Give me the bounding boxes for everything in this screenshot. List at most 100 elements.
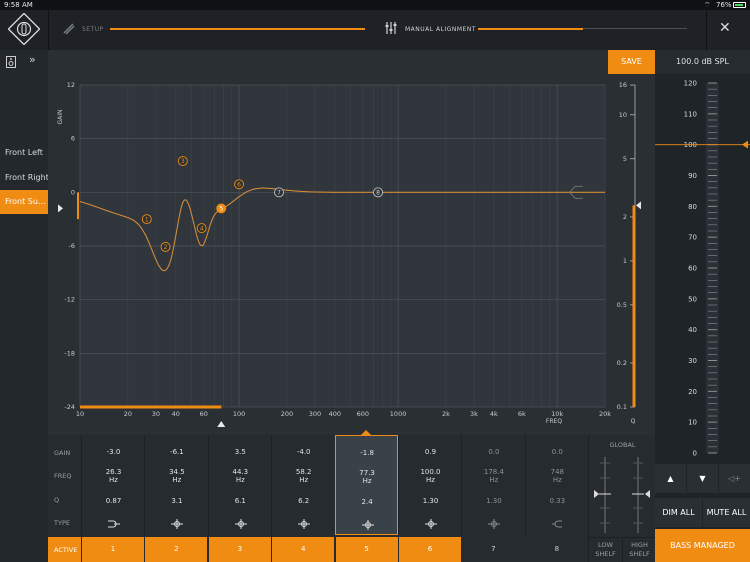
expand-icon[interactable]: » [29,53,36,66]
band-type-bell-icon[interactable] [361,520,375,530]
freq-tick-label: 1000 [390,410,407,418]
low-shelf-button[interactable]: LOW SHELF [589,537,622,562]
level-up-button[interactable]: ▲ [655,464,686,493]
band-q[interactable]: 6.1 [209,497,272,505]
band-type-bell-icon[interactable] [297,519,311,529]
meter-tick-label: 80 [688,203,697,211]
gain-axis-label: GAIN [57,109,64,124]
alignment-sliders-icon[interactable] [384,21,398,35]
band-table: GAIN FREQ Q TYPE ACTIVE -3.0 26.3 Hz 0.87 1-… [48,430,656,562]
band-marker-label: 5 [219,206,223,213]
eq-curve-chart[interactable]: 1260-6-12-18-2410 20 30 40 60 100 200 300 400 600… [48,50,655,435]
band-gain[interactable]: -1.8 [336,449,399,457]
source-item-front-surround[interactable]: Front Su... [0,190,48,214]
dim-all-button[interactable]: DIM ALL [655,498,702,527]
level-down-button[interactable]: ▼ [687,464,718,493]
source-item-front-right[interactable]: Front Right [0,166,48,190]
freq-tick-label: 10 [76,410,84,418]
band-column-8[interactable]: 0.0 748 Hz 0.33 [524,435,589,535]
band-freq[interactable]: 34.5 Hz [145,468,208,484]
band-type-hp-icon[interactable] [107,519,121,529]
bass-managed-button[interactable]: BASS MANAGED [655,529,750,562]
setup-icon[interactable] [62,22,76,36]
band-type-bell-icon[interactable] [487,519,501,529]
band-column-3[interactable]: 3.5 44.3 Hz 6.1 [207,435,272,535]
freq-tick-label: 300 [309,410,321,418]
band-gain[interactable]: -3.0 [82,448,145,456]
meter-tick-label: 20 [688,388,697,396]
band-active-toggle-2[interactable]: 2 [145,537,208,562]
band-q[interactable]: 6.2 [272,497,335,505]
band-column-6[interactable]: 0.9 100.0 Hz 1.30 [398,435,461,535]
band-gain[interactable]: 0.0 [526,448,589,456]
mute-all-button[interactable]: MUTE ALL [703,498,750,527]
wifi-icon: ⌔ [704,1,711,9]
meter-tick-label: 60 [688,265,697,273]
band-q[interactable]: 2.4 [336,498,399,506]
band-freq[interactable]: 77.3 Hz [336,469,399,485]
setup-step-label[interactable]: Setup [82,26,104,33]
meter-tick-label: 10 [688,419,697,427]
band-type-bell-icon[interactable] [170,519,184,529]
global-section: GLOBAL LOW SHELF HIGH SHELF [588,435,656,562]
row-label-active: ACTIVE [54,546,78,554]
band-active-toggle-7[interactable]: 7 [462,537,525,562]
band-column-7[interactable]: 0.0 178.4 Hz 1.30 [461,435,524,535]
freq-tick-label: 200 [281,410,293,418]
freq-tick-label: 20k [599,410,611,418]
band-q[interactable]: 0.33 [526,497,589,505]
q-tick-label: 0.1 [617,403,627,411]
freq-tick-label: 6k [518,410,526,418]
band-q[interactable]: 1.30 [399,497,462,505]
source-item-front-left[interactable]: Front Left [0,141,48,165]
freq-tick-label: 600 [357,410,369,418]
band-q[interactable]: 3.1 [145,497,208,505]
band-type-bell-icon[interactable] [234,519,248,529]
q-tick-label: 1 [623,257,627,265]
band-gain[interactable]: 0.0 [462,448,525,456]
band-column-4[interactable]: -4.0 58.2 Hz 6.2 [271,435,334,535]
band-active-toggle-1[interactable]: 1 [82,537,144,562]
volume-up-icon[interactable]: ◁+ [719,464,750,493]
band-type-shelf-icon[interactable] [551,519,565,529]
band-marker-label: 1 [145,216,149,223]
high-shelf-button[interactable]: HIGH SHELF [622,537,656,562]
band-gain[interactable]: -4.0 [272,448,335,456]
band-active-toggle-5[interactable]: 5 [335,537,398,562]
band-gain[interactable]: 0.9 [399,448,462,456]
alignment-step-label[interactable]: Manual Alignment [405,26,476,33]
band-freq[interactable]: 44.3 Hz [209,468,272,484]
freq-tick-label: 30 [152,410,160,418]
band-q[interactable]: 1.30 [462,497,525,505]
band-q[interactable]: 0.87 [82,497,145,505]
gain-tick-label: 6 [71,135,75,143]
shelf-sliders[interactable] [589,453,656,538]
band-freq[interactable]: 178.4 Hz [462,468,525,484]
band-freq[interactable]: 100.0 Hz [399,468,462,484]
band-marker-label: 8 [376,190,380,197]
band-gain[interactable]: 3.5 [209,448,272,456]
band-freq[interactable]: 26.3 Hz [82,468,145,484]
band-active-toggle-4[interactable]: 4 [272,537,335,562]
meter-tick-label: 0 [693,450,697,458]
row-label-freq: FREQ [54,472,72,480]
brand-logo-icon[interactable] [8,13,40,45]
gain-tick-label: 0 [71,188,75,196]
band-active-toggle-3[interactable]: 3 [208,537,271,562]
band-active-toggle-8[interactable]: 8 [525,537,588,562]
freq-tick-label: 4k [490,410,498,418]
band-gain[interactable]: -6.1 [145,448,208,456]
band-column-2[interactable]: -6.1 34.5 Hz 3.1 [144,435,207,535]
source-sidebar: » Front Left Front Right Front Su... [0,50,48,562]
speaker-icon[interactable] [6,56,16,68]
band-active-toggle-6[interactable]: 6 [399,537,461,562]
spl-meter[interactable]: 1201101009080706050403020100 [655,74,750,460]
band-column-5[interactable]: -1.8 77.3 Hz 2.4 [334,435,399,535]
band-freq[interactable]: 58.2 Hz [272,468,335,484]
band-marker-label: 3 [181,158,185,165]
band-type-bell-icon[interactable] [424,519,438,529]
close-icon[interactable]: ✕ [719,20,731,36]
band-freq[interactable]: 748 Hz [526,468,589,484]
band-column-1[interactable]: -3.0 26.3 Hz 0.87 [81,435,144,535]
global-label: GLOBAL [609,441,636,449]
